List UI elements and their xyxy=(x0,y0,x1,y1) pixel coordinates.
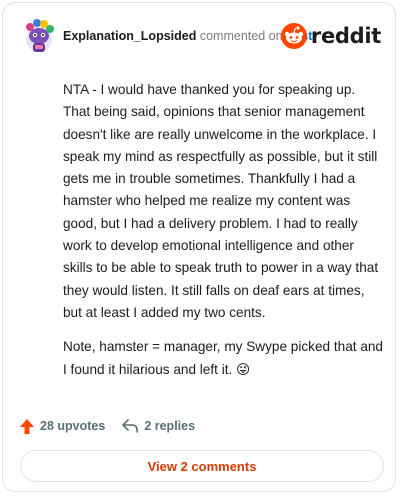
comment-paragraph-2: Note, hamster = manager, my Swype picked… xyxy=(63,336,383,381)
upvote-button[interactable]: 28 upvotes xyxy=(19,418,105,435)
winking-face-emoji: 😜 xyxy=(236,361,251,377)
author-name[interactable]: Explanation_Lopsided xyxy=(63,29,196,43)
comment-paragraph-1: NTA - I would have thanked you for speak… xyxy=(63,82,379,320)
reddit-snoo-icon xyxy=(280,23,307,49)
comment-card: Explanation_Lopsided commented on post r… xyxy=(2,2,396,492)
reddit-wordmark: reddit xyxy=(310,24,381,48)
reply-arrow-icon xyxy=(122,419,139,433)
comment-body: NTA - I would have thanked you for speak… xyxy=(63,79,383,393)
view-comments-button[interactable]: View 2 comments xyxy=(20,450,384,482)
byline: Explanation_Lopsided commented on post xyxy=(63,29,312,43)
comment-header: Explanation_Lopsided commented on post r… xyxy=(21,19,381,53)
upvote-count: 28 upvotes xyxy=(40,419,106,433)
snoo-avatar-icon xyxy=(26,19,54,52)
commented-on-label: commented on xyxy=(199,29,283,43)
replies-button[interactable]: 2 replies xyxy=(121,418,195,434)
comment-actions: 28 upvotes 2 replies xyxy=(19,415,211,437)
reply-count: 2 replies xyxy=(144,419,196,433)
upvote-arrow-icon xyxy=(20,418,34,434)
reddit-logo[interactable]: reddit xyxy=(280,22,381,50)
user-avatar[interactable] xyxy=(21,19,57,55)
comment-paragraph-2-text: Note, hamster = manager, my Swype picked… xyxy=(63,339,383,377)
